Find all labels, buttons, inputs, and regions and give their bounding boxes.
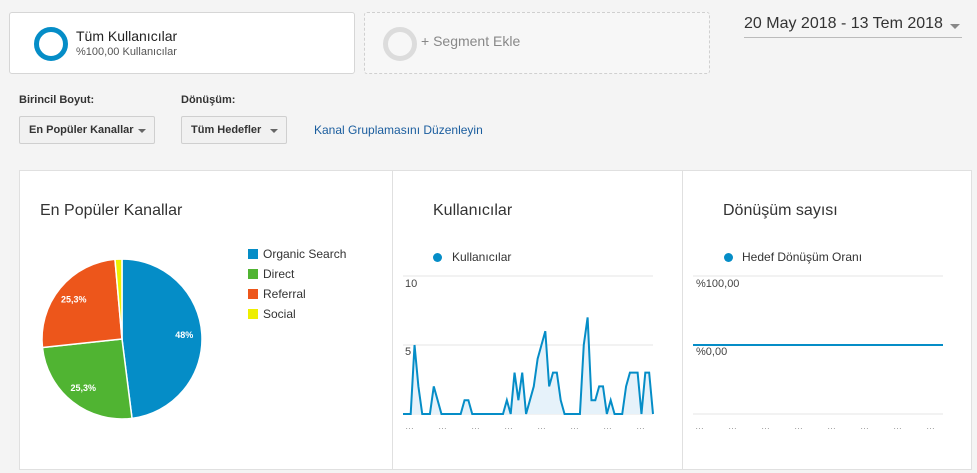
conversion-value: Tüm Hedefler [191, 124, 262, 136]
x-tick-label: … [728, 421, 737, 431]
users-area-fill [403, 317, 653, 414]
segment-title: Tüm Kullanıcılar [76, 28, 178, 44]
conversions-line-chart: … … … … … … … … [693, 275, 943, 431]
add-segment-button[interactable]: + Segment Ekle [364, 12, 710, 74]
x-tick-label: … [636, 421, 645, 431]
x-tick-label: … [893, 421, 902, 431]
segment-subtitle: %100,00 Kullanıcılar [76, 46, 177, 58]
segment-ring-icon [34, 27, 68, 61]
pie-chart: 48% 25,3% 25,3% [41, 258, 203, 420]
legend-label: Referral [263, 287, 306, 301]
primary-dimension-value: En Popüler Kanallar [29, 124, 134, 136]
primary-dimension-dropdown[interactable]: En Popüler Kanallar [19, 116, 155, 144]
x-tick-label: … [537, 421, 546, 431]
x-tick-label: … [471, 421, 480, 431]
primary-dimension-label: Birincil Boyut: [19, 94, 95, 106]
conversions-legend-label: Hedef Dönüşüm Oranı [742, 250, 863, 264]
x-tick-label: … [827, 421, 836, 431]
legend-label: Social [263, 307, 296, 321]
users-series-line[interactable] [403, 317, 654, 415]
pie-data-label: 25,3% [71, 383, 97, 393]
x-tick-label: … [603, 421, 612, 431]
bottom-divider [19, 469, 972, 470]
x-tick-label: … [695, 421, 704, 431]
conversion-dropdown[interactable]: Tüm Hedefler [181, 116, 287, 144]
x-tick-label: … [504, 421, 513, 431]
x-tick-label: … [438, 421, 447, 431]
legend-swatch [248, 269, 258, 279]
chevron-down-icon [270, 129, 278, 133]
x-tick-label: … [860, 421, 869, 431]
pie-data-label: 48% [175, 330, 193, 340]
x-tick-label: … [405, 421, 414, 431]
date-range-picker[interactable]: 20 May 2018 - 13 Tem 2018 [744, 15, 962, 38]
pie-chart-title: En Popüler Kanallar [40, 202, 183, 219]
legend-swatch [248, 289, 258, 299]
legend-label: Organic Search [263, 247, 347, 261]
legend-dot [433, 253, 442, 262]
date-range-text: 20 May 2018 - 13 Tem 2018 [744, 15, 943, 32]
add-segment-label: + Segment Ekle [421, 33, 521, 49]
conversion-label: Dönüşüm: [181, 94, 236, 106]
chevron-down-icon [950, 24, 960, 29]
legend-swatch [248, 249, 258, 259]
pie-slice-direct[interactable] [41, 338, 133, 420]
chevron-down-icon [138, 129, 146, 133]
x-tick-label: … [794, 421, 803, 431]
users-line-chart: … … … … … … … … [403, 275, 654, 431]
segment-empty-ring-icon [383, 27, 417, 61]
legend-swatch [248, 309, 258, 319]
top-channels-panel: En Popüler Kanallar 48% 25,3% 25,3% Organi… [19, 170, 393, 470]
x-tick-label: … [926, 421, 935, 431]
users-panel: Kullanıcılar Kullanıcılar 10 5 …………………… [392, 170, 683, 470]
users-legend-label: Kullanıcılar [452, 250, 512, 264]
pie-data-label: 25,3% [61, 294, 87, 304]
legend-label: Direct [263, 267, 295, 281]
conversions-panel: Dönüşüm sayısı Hedef Dönüşüm Oranı %100,… [682, 170, 972, 470]
users-chart-title: Kullanıcılar [433, 202, 513, 219]
x-tick-label: … [761, 421, 770, 431]
conversions-chart-title: Dönüşüm sayısı [723, 202, 838, 219]
x-tick-label: … [570, 421, 579, 431]
legend-dot [724, 253, 733, 262]
segment-all-users[interactable]: Tüm Kullanıcılar %100,00 Kullanıcılar [9, 12, 355, 74]
edit-channel-grouping-link[interactable]: Kanal Gruplamasını Düzenleyin [314, 123, 483, 137]
